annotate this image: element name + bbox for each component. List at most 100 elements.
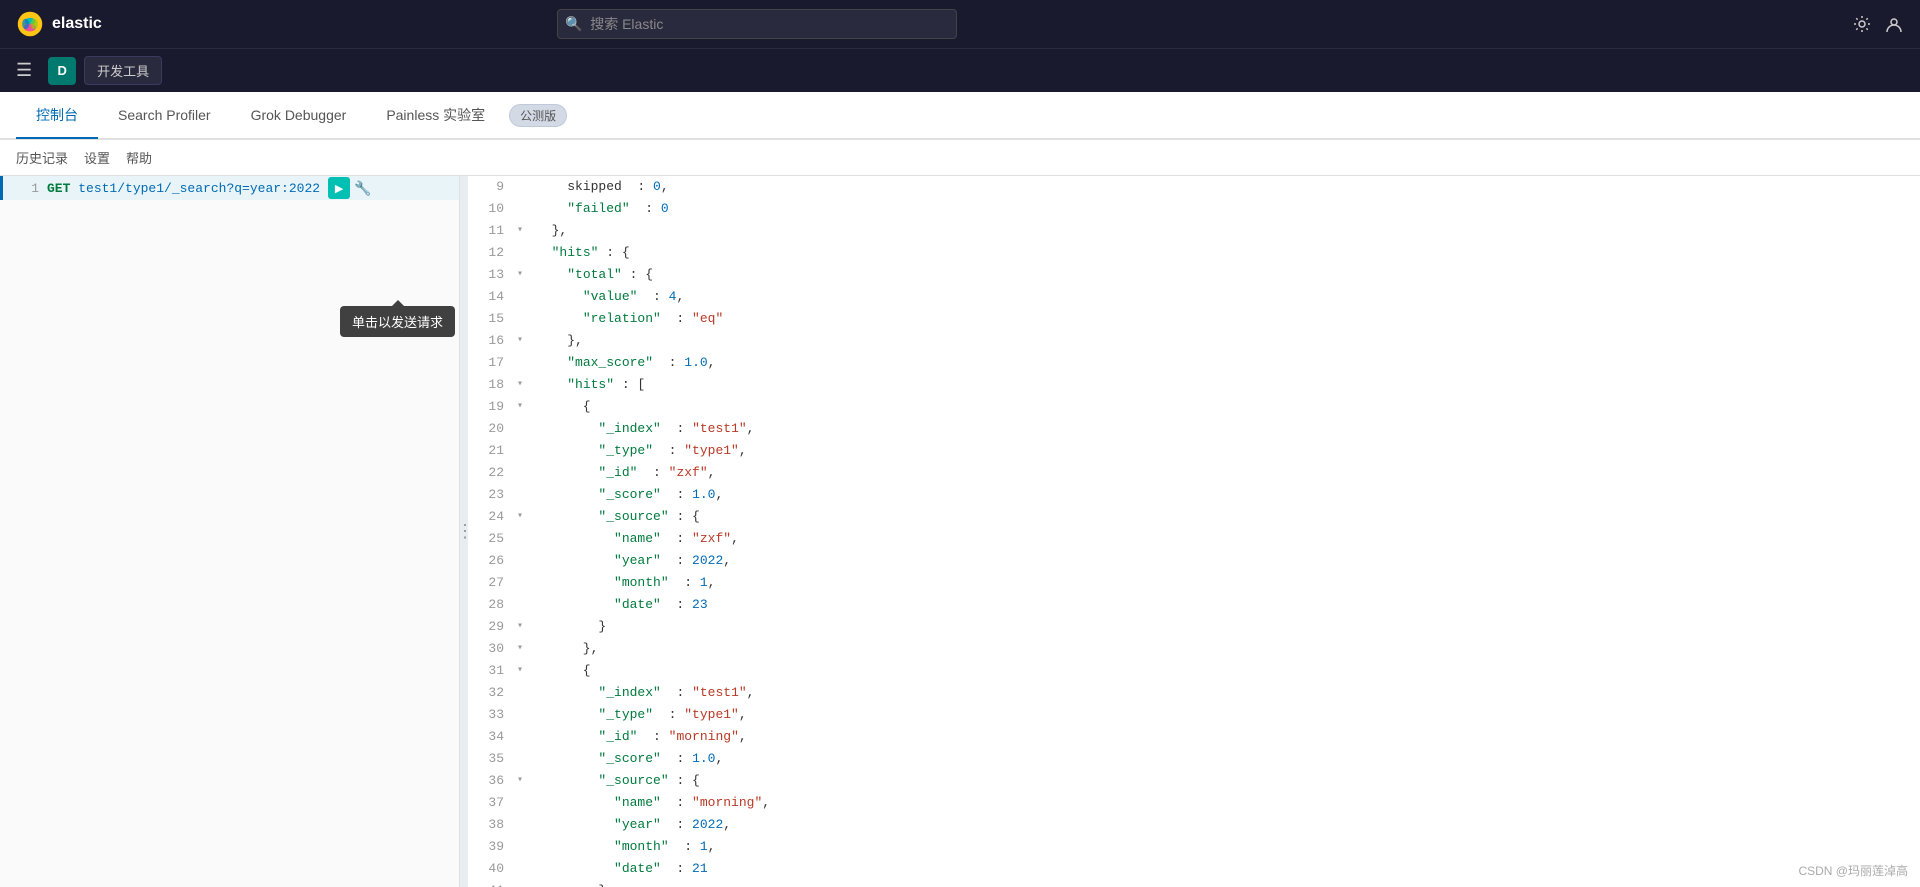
line-content: "value" : 4, [528,286,1920,308]
line-number: 38 [468,814,512,836]
fold-toggle[interactable]: ▾ [512,506,528,528]
line-content: "date" : 21 [528,858,1920,880]
tab-console[interactable]: 控制台 [16,93,98,139]
output-line: 14 "value" : 4, [468,286,1920,308]
line-content: "_id" : "zxf", [528,462,1920,484]
fold-toggle[interactable]: ▾ [512,396,528,418]
fold-toggle[interactable]: ▾ [512,770,528,792]
history-button[interactable]: 历史记录 [16,144,68,171]
fold-toggle [512,418,528,440]
fold-toggle [512,748,528,770]
line-number: 33 [468,704,512,726]
line-content: "year" : 2022, [528,550,1920,572]
help-button[interactable]: 帮助 [126,144,152,171]
user-avatar[interactable]: D [48,57,76,85]
output-line: 33 "_type" : "type1", [468,704,1920,726]
fold-toggle [512,286,528,308]
dev-tools-button[interactable]: 开发工具 [84,56,162,85]
fold-toggle [512,594,528,616]
tab-search-profiler[interactable]: Search Profiler [98,95,231,137]
fold-toggle [512,308,528,330]
fold-toggle [512,484,528,506]
line-number: 39 [468,836,512,858]
fold-toggle [512,462,528,484]
fold-toggle[interactable]: ▾ [512,616,528,638]
fold-toggle [512,836,528,858]
line-content: "month" : 1, [528,836,1920,858]
line-number: 40 [468,858,512,880]
line-content: "relation" : "eq" [528,308,1920,330]
fold-toggle[interactable]: ▾ [512,374,528,396]
fold-toggle [512,352,528,374]
line-content: } [528,616,1920,638]
sub-toolbar: 历史记录 设置 帮助 200 - OK 9 ms [0,140,1920,176]
output-line: 15 "relation" : "eq" [468,308,1920,330]
output-line: 21 "_type" : "type1", [468,440,1920,462]
fold-toggle[interactable]: ▾ [512,330,528,352]
settings-icon-btn[interactable] [1852,14,1872,34]
output-line: 39 "month" : 1, [468,836,1920,858]
fold-toggle [512,682,528,704]
line-content: "_score" : 1.0, [528,484,1920,506]
fold-toggle [512,726,528,748]
fold-toggle[interactable]: ▾ [512,220,528,242]
line-number: 36 [468,770,512,792]
output-line: 12 "hits" : { [468,242,1920,264]
fold-toggle[interactable]: ▾ [512,264,528,286]
http-method: GET [47,181,70,196]
line-number: 9 [468,176,512,198]
panel-divider[interactable]: ⋮ [460,176,468,887]
hamburger-button[interactable]: ☰ [16,60,32,81]
line-content: }, [528,220,1920,242]
user-menu-btn[interactable] [1884,14,1904,34]
output-line: 11▾ }, [468,220,1920,242]
tab-painless-lab[interactable]: Painless 实验室 [366,93,505,139]
line-content: "hits" : [ [528,374,1920,396]
line-content: "_score" : 1.0, [528,748,1920,770]
elastic-logo[interactable]: elastic [16,10,102,38]
line-content: "month" : 1, [528,572,1920,594]
output-line: 10 "failed" : 0 [468,198,1920,220]
line-content: "_index" : "test1", [528,682,1920,704]
settings-button[interactable]: 设置 [84,144,110,171]
line-number: 26 [468,550,512,572]
output-line: 13▾ "total" : { [468,264,1920,286]
line-content: "_type" : "type1", [528,440,1920,462]
line-content: "year" : 2022, [528,814,1920,836]
global-search[interactable]: 🔍 [557,9,957,39]
main-area: 1 GET test1/type1/_search?q=year:2022 ▶ … [0,176,1920,887]
beta-badge-button[interactable]: 公测版 [509,104,567,127]
line-content: "_index" : "test1", [528,418,1920,440]
elastic-logo-icon [16,10,44,38]
send-request-button[interactable]: ▶ [328,177,350,199]
tab-grok-debugger[interactable]: Grok Debugger [231,95,367,137]
output-line: 26 "year" : 2022, [468,550,1920,572]
line-content: }, [528,330,1920,352]
fold-toggle[interactable]: ▾ [512,880,528,887]
output-line: 28 "date" : 23 [468,594,1920,616]
line-number: 31 [468,660,512,682]
search-input[interactable] [557,9,957,39]
fold-toggle[interactable]: ▾ [512,660,528,682]
line-content: "hits" : { [528,242,1920,264]
output-panel: 9 skipped : 0,10 "failed" : 011▾ },12 "h… [468,176,1920,887]
tab-bar: 控制台 Search Profiler Grok Debugger Painle… [0,92,1920,140]
user-icon [1884,14,1904,34]
line-number: 10 [468,198,512,220]
fold-toggle[interactable]: ▾ [512,638,528,660]
line-content: } [528,880,1920,887]
wrench-icon[interactable]: 🔧 [354,180,371,197]
line-number: 25 [468,528,512,550]
line-number: 32 [468,682,512,704]
line-content: }, [528,638,1920,660]
fold-toggle [512,528,528,550]
line-number: 18 [468,374,512,396]
fold-toggle [512,440,528,462]
output-line: 35 "_score" : 1.0, [468,748,1920,770]
request-url: test1/type1/_search?q=year:2022 [78,181,320,196]
output-area[interactable]: 9 skipped : 0,10 "failed" : 011▾ },12 "h… [468,176,1920,887]
line-content: "_source" : { [528,770,1920,792]
line-content: "max_score" : 1.0, [528,352,1920,374]
output-line: 25 "name" : "zxf", [468,528,1920,550]
fold-toggle [512,242,528,264]
